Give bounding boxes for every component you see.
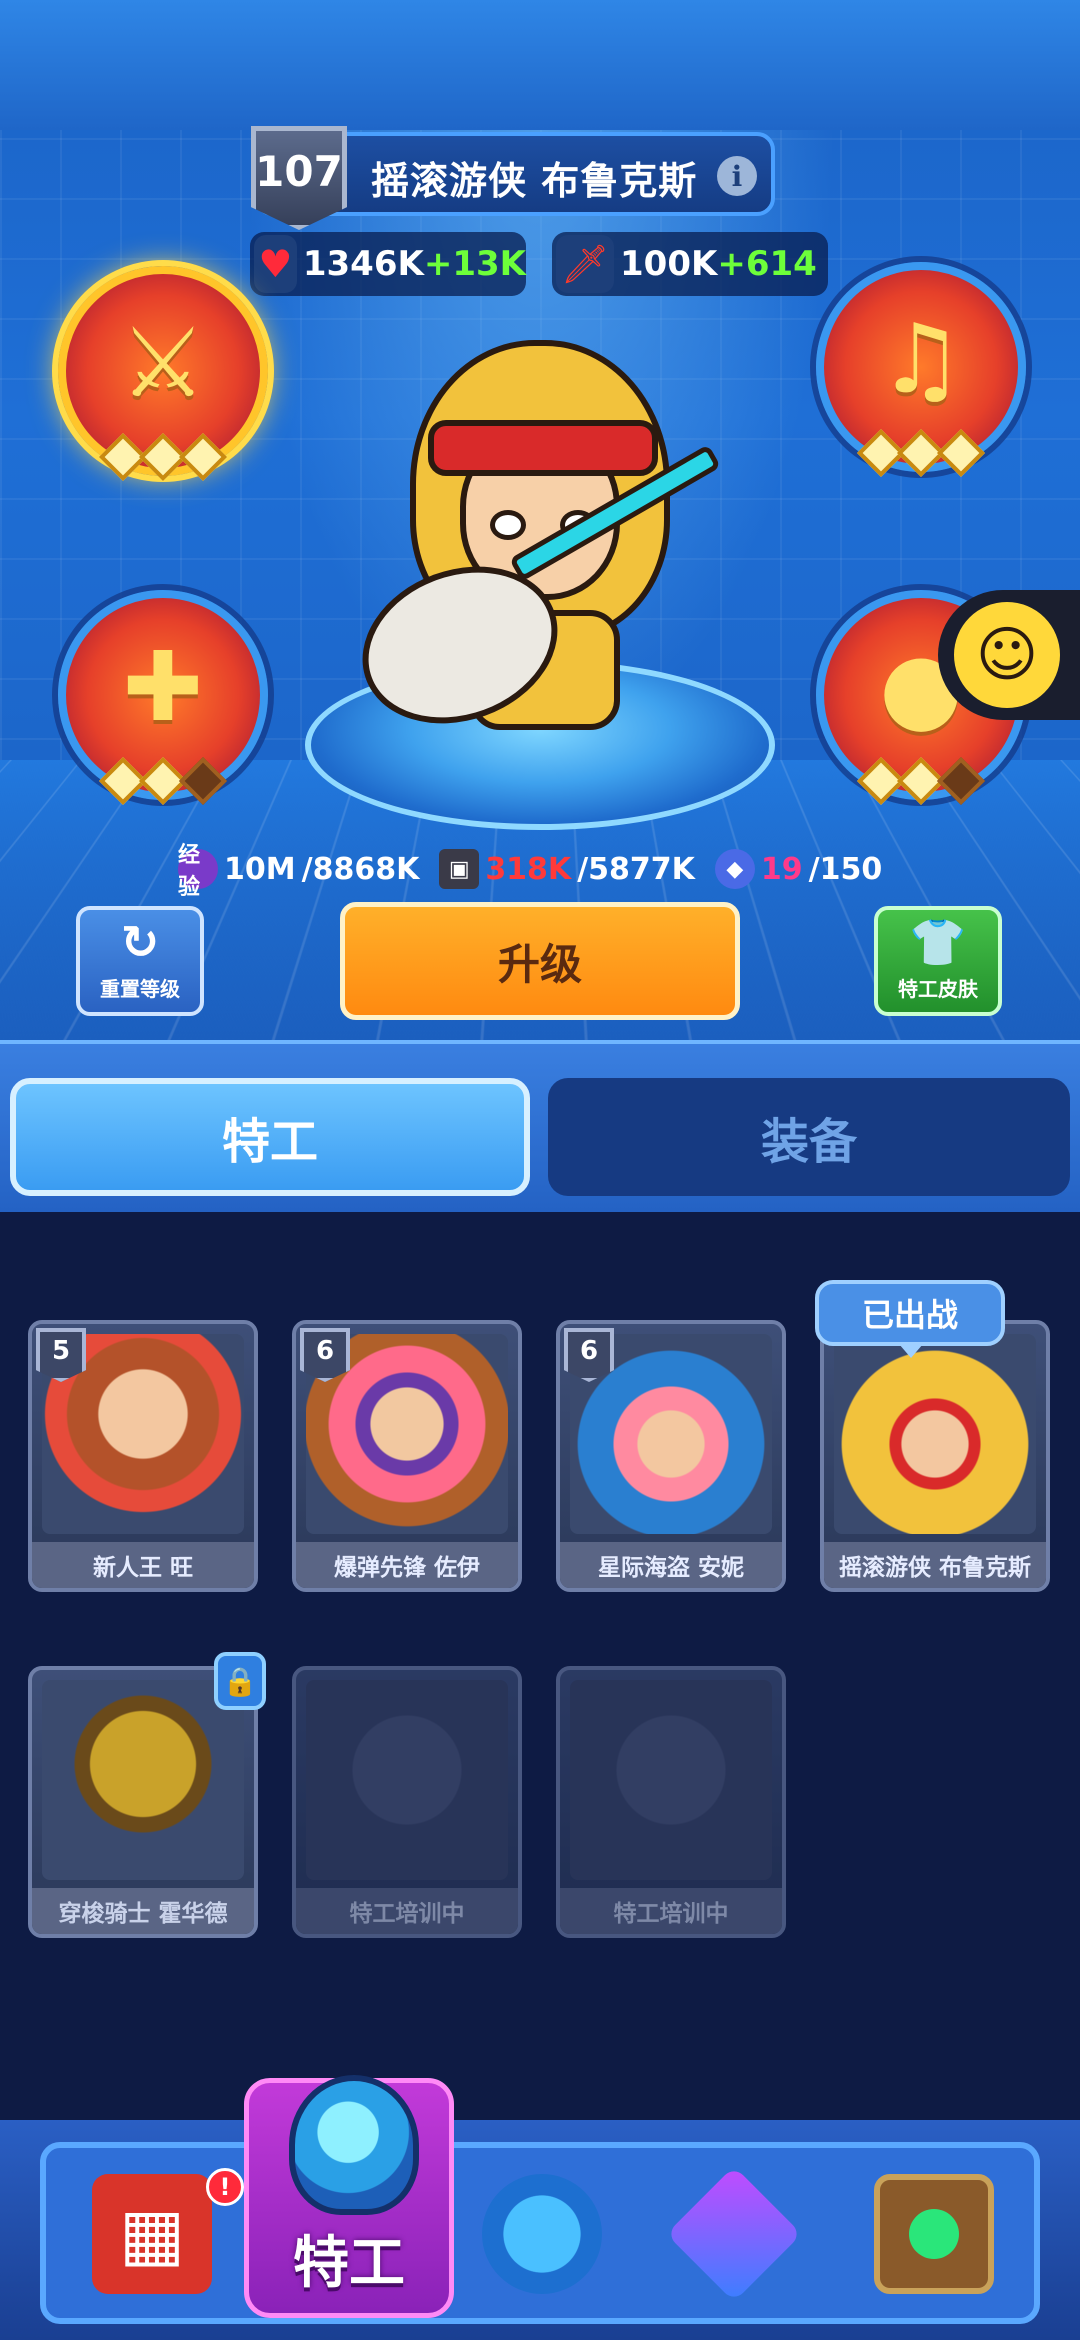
agent-card-training-2[interactable]: 特工培训中	[556, 1666, 786, 1938]
agent-portrait	[570, 1680, 772, 1880]
agent-portrait	[42, 1680, 244, 1880]
attack-value: 100K	[620, 244, 718, 284]
hero-name: 摇滚游侠 布鲁克斯	[371, 159, 698, 203]
lock-icon: 🔒	[214, 1652, 266, 1710]
heart-icon: ♥	[254, 235, 297, 293]
alert-badge: !	[206, 2168, 244, 2206]
skill-stars	[856, 428, 986, 478]
info-icon[interactable]: i	[717, 156, 757, 196]
agent-card-brooks[interactable]: 摇滚游侠 布鲁克斯	[820, 1320, 1050, 1592]
nav-planet[interactable]	[468, 2156, 616, 2312]
agent-name: 穿梭骑士 霍华德	[32, 1888, 254, 1934]
exp-have: 10M	[224, 851, 296, 887]
agent-skin-button[interactable]: 👕 特工皮肤	[874, 906, 1002, 1016]
top-strip	[0, 0, 1080, 130]
tape-have: 318K	[485, 851, 572, 887]
reset-level-button[interactable]: ↻ 重置等级	[76, 906, 204, 1016]
exp-resource: 经验 10M/8868K	[178, 843, 420, 900]
reset-level-label: 重置等级	[100, 977, 180, 1001]
deployed-tag: 已出战	[815, 1280, 1005, 1358]
agent-name: 爆弹先锋 佐伊	[296, 1542, 518, 1588]
agent-helmet-icon	[289, 2075, 419, 2215]
hp-stat: ♥ 1346K +13K	[250, 232, 526, 296]
agent-card-zoe[interactable]: 6 爆弹先锋 佐伊	[292, 1320, 522, 1592]
skill-heal[interactable]: ✚	[58, 590, 268, 806]
gem-resource: ◆ 19/150	[714, 849, 883, 889]
agent-name: 特工培训中	[560, 1888, 782, 1934]
refresh-icon: ↻	[120, 915, 160, 969]
music-notes-icon: ♫	[877, 303, 965, 416]
agent-portrait	[834, 1334, 1036, 1534]
upgrade-button[interactable]: 升级	[340, 902, 740, 1020]
portal-icon	[874, 2174, 994, 2294]
agent-name: 星际海盗 安妮	[560, 1542, 782, 1588]
gem-need: /150	[808, 851, 883, 887]
agent-name: 摇滚游侠 布鲁克斯	[824, 1542, 1046, 1588]
hero-name-plate: 107 摇滚游侠 布鲁克斯 i	[251, 126, 775, 230]
attack-bonus: +614	[717, 244, 817, 284]
nav-shop[interactable]: ▦	[78, 2156, 226, 2312]
hp-value: 1346K	[302, 244, 424, 284]
skill-stars	[98, 432, 228, 482]
hero-character-art	[340, 320, 730, 750]
skill-stars	[856, 756, 986, 806]
agent-name: 新人王 旺	[32, 1542, 254, 1588]
agent-card-wang[interactable]: 5 新人王 旺	[28, 1320, 258, 1592]
agent-skin-label: 特工皮肤	[898, 977, 978, 1001]
agent-name: 特工培训中	[296, 1888, 518, 1934]
assistant-float-button[interactable]: ☺	[938, 590, 1080, 720]
attack-stat: 🗡 100K +614	[552, 232, 828, 296]
nav-agents-label: 特工	[293, 2231, 405, 2296]
shop-machine-icon: ▦	[92, 2174, 212, 2294]
skill-sword[interactable]: ⚔	[58, 266, 268, 482]
agent-portrait	[306, 1680, 508, 1880]
tape-resource: ▣ 318K/5877K	[439, 849, 695, 889]
gem-icon: ◆	[714, 849, 755, 889]
exp-need: /8868K	[301, 851, 420, 887]
tab-equipment[interactable]: 装备	[548, 1078, 1070, 1196]
skill-stars	[98, 756, 228, 806]
sword-icon: 🗡	[556, 235, 614, 293]
shirt-icon: 👕	[909, 915, 967, 969]
resource-bar: 经验 10M/8868K ▣ 318K/5877K ◆ 19/150	[178, 843, 883, 900]
skill-music[interactable]: ♫	[816, 262, 1026, 478]
tape-need: /5877K	[577, 851, 695, 887]
tab-agents[interactable]: 特工	[10, 1078, 530, 1196]
agent-card-training-1[interactable]: 特工培训中	[292, 1666, 522, 1938]
octopus-mascot-icon: ☺	[954, 602, 1060, 708]
heal-crystal-icon: ✚	[122, 631, 204, 744]
nav-cube[interactable]	[660, 2156, 808, 2312]
gem-have: 19	[760, 851, 803, 887]
hp-bonus: +13K	[423, 244, 526, 284]
exp-icon: 经验	[178, 843, 218, 900]
sword-icon: ⚔	[119, 307, 207, 420]
nav-portal[interactable]	[860, 2156, 1008, 2312]
cube-icon	[666, 2166, 802, 2302]
planet-icon	[482, 2174, 602, 2294]
nav-agents[interactable]: 特工	[244, 2075, 454, 2318]
agent-card-annie[interactable]: 6 星际海盗 安妮	[556, 1320, 786, 1592]
cassette-icon: ▣	[439, 849, 480, 889]
hero-level-badge: 107	[251, 126, 347, 230]
